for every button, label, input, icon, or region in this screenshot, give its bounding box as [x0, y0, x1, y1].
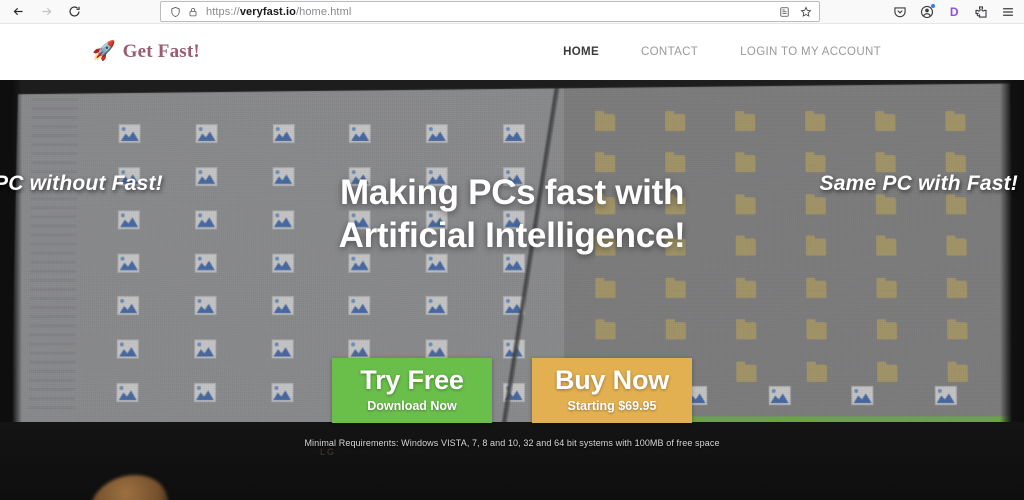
nav-link-home[interactable]: HOME: [542, 46, 620, 58]
try-free-title: Try Free: [360, 365, 464, 395]
image-file-icon: [322, 120, 399, 163]
folder-icon: [570, 110, 640, 152]
buy-now-subtitle: Starting $69.95: [567, 398, 657, 413]
folder-icon: [570, 318, 640, 360]
image-file-icon: [167, 292, 244, 335]
folder-icon: [641, 276, 711, 318]
address-bar[interactable]: https://veryfast.io/home.html: [160, 1, 820, 22]
navigation-buttons: [0, 1, 88, 23]
folder-icon: [640, 110, 710, 152]
account-notification-badge: [931, 4, 935, 8]
hero-section: LG PC without Fast! Same PC with Fast! M…: [0, 80, 1024, 500]
shield-icon[interactable]: [167, 6, 184, 18]
extensions-icon[interactable]: [969, 1, 993, 23]
address-bar-actions: [775, 2, 816, 21]
cta-button-row: Try Free Download Now Buy Now Starting $…: [0, 358, 1024, 423]
image-file-icon: [398, 292, 475, 335]
site-header: 🚀 Get Fast! HOME CONTACT LOGIN TO MY ACC…: [0, 24, 1024, 80]
image-file-icon: [244, 292, 321, 335]
dashlane-icon[interactable]: D: [942, 1, 966, 23]
image-file-icon: [168, 120, 245, 163]
site-logo[interactable]: 🚀 Get Fast!: [92, 41, 200, 63]
image-file-icon: [398, 120, 475, 163]
try-free-button[interactable]: Try Free Download Now: [332, 358, 492, 423]
folder-icon: [781, 318, 852, 360]
image-file-icon: [90, 292, 167, 335]
image-file-icon: [475, 120, 552, 163]
buy-now-button[interactable]: Buy Now Starting $69.95: [532, 358, 692, 423]
folder-icon: [780, 110, 850, 152]
url-path: /home.html: [295, 5, 352, 18]
forward-button[interactable]: [32, 1, 60, 23]
hero-headline-line1: Making PCs fast with: [339, 173, 685, 212]
hero-headline-line2: Artificial Intelligence!: [338, 215, 686, 255]
reload-button[interactable]: [60, 1, 88, 23]
browser-toolbar: https://veryfast.io/home.html D: [0, 0, 1024, 24]
image-file-icon: [245, 120, 322, 163]
buy-now-title: Buy Now: [554, 365, 670, 395]
hero-headline: Making PCs fast with Artificial Intellig…: [0, 172, 1024, 257]
bookmark-star-icon[interactable]: [796, 2, 815, 21]
folder-icon: [850, 110, 920, 152]
image-file-icon: [91, 120, 168, 163]
monitor-brand-label: LG: [320, 447, 337, 457]
account-icon[interactable]: [915, 1, 939, 23]
app-menu-icon[interactable]: [996, 1, 1020, 23]
back-button[interactable]: [4, 1, 32, 23]
padlock-icon[interactable]: [184, 6, 201, 18]
folder-icon: [920, 110, 990, 152]
folder-icon: [781, 276, 852, 318]
folder-icon: [711, 318, 782, 360]
url-text[interactable]: https://veryfast.io/home.html: [201, 6, 775, 18]
folder-icon: [922, 318, 993, 360]
rocket-icon: 🚀: [92, 40, 116, 62]
reader-view-icon[interactable]: [775, 2, 794, 21]
url-prefix: https://: [206, 5, 240, 18]
nav-link-login[interactable]: LOGIN TO MY ACCOUNT: [719, 46, 902, 58]
logo-text: Get Fast!: [122, 41, 200, 62]
minimal-requirements-note: Minimal Requirements: Windows VISTA, 7, …: [304, 438, 720, 448]
folder-icon: [922, 276, 993, 318]
folder-icon: [851, 276, 922, 318]
pocket-icon[interactable]: [888, 1, 912, 23]
image-file-icon: [321, 292, 398, 335]
folder-icon: [711, 276, 782, 318]
url-domain: veryfast.io: [239, 5, 296, 18]
nav-link-contact[interactable]: CONTACT: [620, 46, 719, 58]
main-navigation: HOME CONTACT LOGIN TO MY ACCOUNT: [542, 46, 902, 58]
folder-icon: [641, 318, 712, 360]
try-free-subtitle: Download Now: [367, 398, 457, 413]
image-file-icon: [475, 292, 552, 335]
folder-icon: [710, 110, 780, 152]
browser-toolbar-actions: D: [888, 0, 1020, 24]
folder-icon: [852, 318, 923, 360]
folder-icon: [570, 276, 640, 318]
